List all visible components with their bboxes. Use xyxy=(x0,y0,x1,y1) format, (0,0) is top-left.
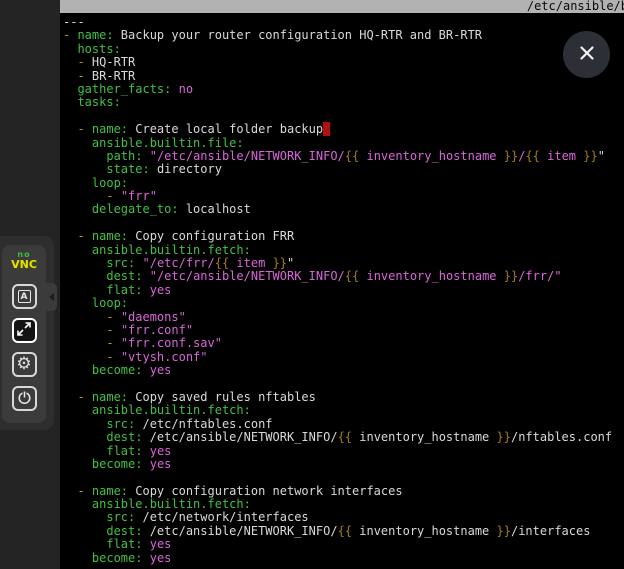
novnc-buttons: A ⚙ xyxy=(12,284,37,411)
editor-line: - name: Copy saved rules nftables xyxy=(63,391,624,404)
editor-line: - "vtysh.conf" xyxy=(63,351,624,364)
editor-line: - name: Backup your router configuration… xyxy=(63,29,624,42)
editor-line: ansible.builtin.fetch: xyxy=(63,404,624,417)
editor-content[interactable]: ---- name: Backup your router configurat… xyxy=(60,13,624,565)
editor-line: - HQ-RTR xyxy=(63,56,624,69)
editor-line: - name: Copy configuration network inter… xyxy=(63,485,624,498)
gear-icon: ⚙ xyxy=(16,356,31,373)
close-button[interactable] xyxy=(563,31,610,78)
fullscreen-icon xyxy=(17,322,31,339)
editor-line: - name: Copy configuration FRR xyxy=(63,230,624,243)
editor-line xyxy=(63,217,624,230)
editor-line: dest: "/etc/ansible/NETWORK_INFO/{{ inve… xyxy=(63,270,624,283)
editor-line: dest: /etc/ansible/NETWORK_INFO/{{ inven… xyxy=(63,431,624,444)
collapse-arrow-icon xyxy=(49,293,54,301)
editor-line xyxy=(63,110,624,123)
editor-line: hosts: xyxy=(63,43,624,56)
nano-titlebar: GNU nano 7.2 /etc/ansible/b xyxy=(60,0,624,13)
editor-line: become: yes xyxy=(63,364,624,377)
editor-line: path: "/etc/ansible/NETWORK_INFO/{{ inve… xyxy=(63,150,624,163)
extra-keys-button[interactable]: A xyxy=(12,284,37,309)
editor-line: loop: xyxy=(63,297,624,310)
editor-line xyxy=(63,471,624,484)
close-icon xyxy=(578,44,596,65)
editor-line: ansible.builtin.file: xyxy=(63,137,624,150)
editor-line: - "frr.conf.sav" xyxy=(63,337,624,350)
vnc-desktop: GNU nano 7.2 /etc/ansible/b ---- name: B… xyxy=(0,0,624,569)
power-icon xyxy=(17,390,32,408)
novnc-control-bar: no VNC A ⚙ xyxy=(2,245,46,423)
editor-line: ansible.builtin.fetch: xyxy=(63,244,624,257)
editor-line: become: yes xyxy=(63,552,624,565)
editor-line: ansible.builtin.fetch: xyxy=(63,498,624,511)
nano-file-path: /etc/ansible/b xyxy=(527,0,624,13)
nano-version-title: GNU nano 7.2 xyxy=(103,12,202,13)
settings-button[interactable]: ⚙ xyxy=(12,352,37,377)
editor-line: - BR-RTR xyxy=(63,70,624,83)
editor-line: flat: yes xyxy=(63,538,624,551)
editor-line: src: "/etc/frr/{{ item }}" xyxy=(63,257,624,270)
editor-line: --- xyxy=(63,16,624,29)
editor-line: delegate_to: localhost xyxy=(63,203,624,216)
editor-line xyxy=(63,378,624,391)
novnc-logo: no VNC xyxy=(11,251,37,270)
editor-line: flat: yes xyxy=(63,284,624,297)
editor-line: state: directory xyxy=(63,163,624,176)
editor-line: src: /etc/nftables.conf xyxy=(63,418,624,431)
disconnect-button[interactable] xyxy=(12,386,37,411)
editor-line: - "daemons" xyxy=(63,311,624,324)
editor-line: loop: xyxy=(63,177,624,190)
a-key-icon: A xyxy=(18,290,31,303)
editor-line: - "frr" xyxy=(63,190,624,203)
editor-line: src: /etc/network/interfaces xyxy=(63,511,624,524)
editor-line: - name: Create local folder backup xyxy=(63,123,624,136)
editor-line: dest: /etc/ansible/NETWORK_INFO/{{ inven… xyxy=(63,525,624,538)
editor-line: - "frr.conf" xyxy=(63,324,624,337)
editor-line: gather_facts: no xyxy=(63,83,624,96)
fullscreen-button[interactable] xyxy=(12,318,37,343)
control-bar-handle[interactable] xyxy=(46,283,57,311)
terminal-window: GNU nano 7.2 /etc/ansible/b ---- name: B… xyxy=(60,0,624,569)
editor-line: tasks: xyxy=(63,96,624,109)
novnc-logo-vnc: VNC xyxy=(11,259,37,270)
editor-line: flat: yes xyxy=(63,445,624,458)
editor-line: become: yes xyxy=(63,458,624,471)
